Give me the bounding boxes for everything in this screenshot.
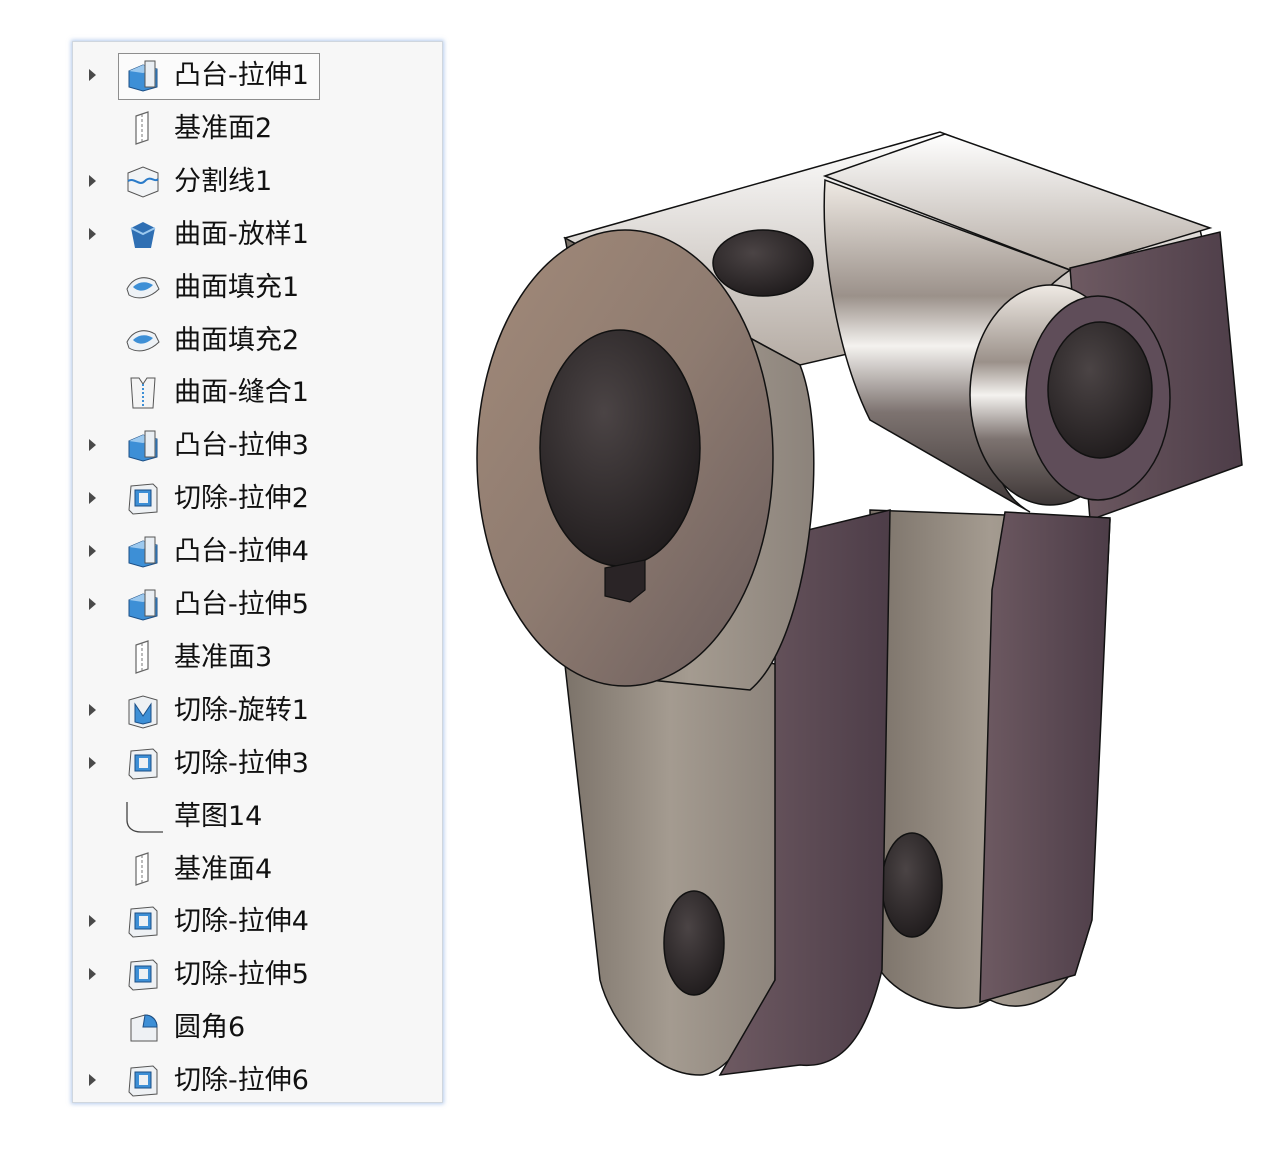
tree-item[interactable]: 曲面-缝合1 [73,368,442,418]
top-hole [712,229,814,297]
reference-plane-icon [123,851,163,889]
tree-item-label: 凸台-拉伸5 [174,589,309,620]
tree-item-label: 基准面4 [174,853,273,885]
tree-item[interactable]: 凸台-拉伸1 [73,51,442,101]
tree-item[interactable]: 凸台-拉伸4 [73,527,442,577]
tree-item[interactable]: 凸台-拉伸3 [73,421,442,471]
clevis-pin-hole [1047,321,1153,459]
tree-item[interactable]: 曲面填充2 [73,316,442,366]
tree-item[interactable]: 切除-旋转1 [73,686,442,736]
tree-item-label: 凸台-拉伸4 [174,536,309,568]
tree-item-label: 切除-拉伸5 [174,959,309,991]
boss-extrude-icon [123,586,163,624]
tree-item-label: 草图14 [174,800,263,832]
tree-item[interactable]: 切除-拉伸4 [73,897,442,947]
expand-arrow-icon[interactable] [89,227,96,240]
cut-extrude-icon [123,745,163,783]
tree-item-label: 基准面3 [174,641,273,673]
expand-arrow-icon[interactable] [89,968,96,981]
tree-item-label: 切除-旋转1 [174,694,309,726]
cut-extrude-icon [123,480,163,518]
tree-item[interactable]: 基准面3 [73,633,442,683]
tree-item[interactable]: 凸台-拉伸5 [73,580,442,630]
surface-knit-icon [123,374,163,412]
cut-extrude-icon [123,1062,163,1100]
expand-arrow-icon[interactable] [89,756,96,769]
tree-item-label: 圆角6 [174,1012,246,1044]
surface-fill-icon [123,269,163,307]
tree-item-label: 切除-拉伸6 [174,1065,309,1097]
expand-arrow-icon[interactable] [89,598,96,610]
boss-extrude-icon [123,427,163,465]
tree-item[interactable]: 曲面填充1 [73,263,442,313]
tree-item[interactable]: 切除-拉伸5 [73,950,442,1000]
expand-arrow-icon[interactable] [89,703,96,716]
right-arm-hole [881,832,943,938]
right-arm-face [979,511,1111,1004]
3d-model-viewport[interactable] [470,120,1260,1090]
expand-arrow-icon[interactable] [89,1074,96,1087]
tree-item-label: 切除-拉伸4 [174,906,309,938]
cut-revolve-icon [123,692,163,730]
surface-loft-icon [123,216,163,254]
tree-item[interactable]: 曲面-放样1 [73,210,442,260]
tree-item-label: 分割线1 [174,165,273,197]
tree-item-label: 凸台-拉伸3 [174,430,309,462]
tree-item[interactable]: 基准面2 [73,104,442,154]
feature-manager-tree: 凸台-拉伸1 基准面2 分割线1 曲面-放样1 曲面填充1 曲面填充2 曲面-缝合1 凸台-拉… [72,41,443,1103]
tree-item[interactable]: 分割线1 [73,157,442,207]
tree-item[interactable]: 圆角6 [73,1003,442,1053]
tree-item[interactable]: 基准面4 [73,845,442,895]
split-line-icon [123,163,163,201]
cut-extrude-icon [123,903,163,941]
expand-arrow-icon[interactable] [89,174,96,187]
tree-item-label: 曲面-放样1 [174,218,309,250]
reference-plane-icon [123,110,163,148]
tree-item-label: 曲面填充2 [174,324,300,356]
tree-item-label: 切除-拉伸2 [174,483,309,515]
boss-extrude-icon [123,533,163,571]
tree-item-label: 曲面-缝合1 [174,377,309,409]
tree-item-label: 曲面填充1 [174,271,300,303]
tree-item[interactable]: 切除-拉伸2 [73,474,442,524]
surface-fill-icon [123,322,163,360]
tree-item[interactable]: 切除-拉伸6 [73,1056,442,1106]
expand-arrow-icon[interactable] [89,915,96,928]
tree-item-label: 凸台-拉伸1 [174,60,309,91]
expand-arrow-icon[interactable] [89,492,96,505]
tree-item-label: 切除-拉伸3 [174,747,309,779]
left-arm-hole [663,890,725,996]
tree-item-label: 基准面2 [174,112,273,144]
boss-extrude-icon [123,57,163,95]
fillet-icon [123,1009,163,1047]
sketch-icon [123,798,163,836]
expand-arrow-icon[interactable] [89,439,96,452]
boss-bore [539,329,701,567]
reference-plane-icon [123,639,163,677]
expand-arrow-icon[interactable] [89,69,96,81]
tree-item[interactable]: 切除-拉伸3 [73,739,442,789]
expand-arrow-icon[interactable] [89,545,96,558]
tree-item[interactable]: 草图14 [73,792,442,842]
cut-extrude-icon [123,956,163,994]
